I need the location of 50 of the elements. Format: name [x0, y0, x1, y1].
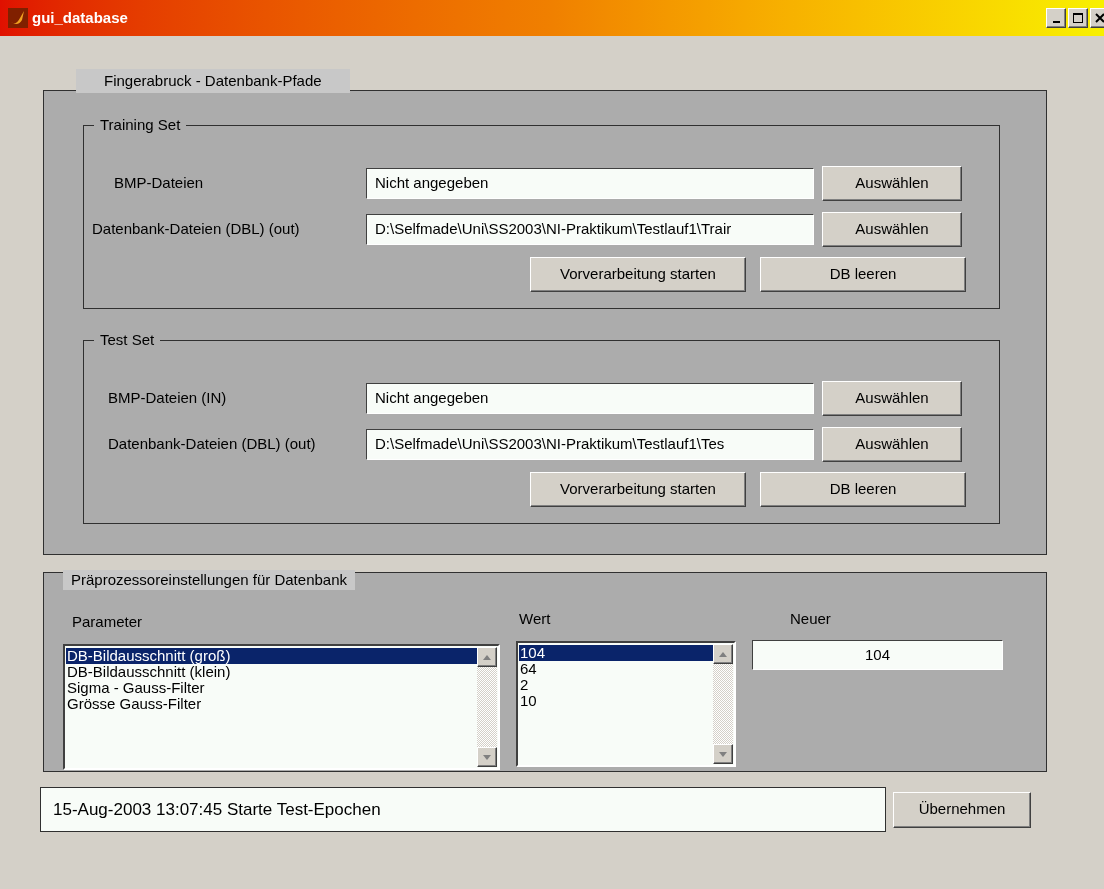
down-arrow-icon: [483, 754, 491, 760]
path-field[interactable]: D:\Selfmade\Uni\SS2003\NI-Praktikum\Testlauf1\Tes: [366, 428, 814, 460]
status-field: 15-Aug-2003 13:07:45 Starte Test-Epochen: [40, 787, 886, 832]
preprocess-button[interactable]: Vorverarbeitung starten: [530, 257, 746, 292]
select-button[interactable]: Auswählen: [822, 165, 962, 201]
scroll-down-button[interactable]: [477, 747, 497, 767]
close-button[interactable]: [1090, 8, 1104, 28]
list-item[interactable]: 10: [519, 693, 713, 709]
up-arrow-icon: [483, 654, 491, 660]
clear-db-button[interactable]: DB leeren: [760, 257, 966, 292]
scrollbar[interactable]: [713, 644, 733, 764]
minimize-icon: [1052, 21, 1060, 23]
list-item[interactable]: 2: [519, 677, 713, 693]
list-item[interactable]: DB-Bildausschnitt (klein): [66, 664, 477, 680]
select-button[interactable]: Auswählen: [822, 211, 962, 247]
close-icon: [1094, 12, 1104, 24]
panel-title: Fingerabruck - Datenbank-Pfade: [76, 69, 350, 93]
scroll-up-button[interactable]: [713, 644, 733, 664]
list-item[interactable]: 64: [519, 661, 713, 677]
list-item[interactable]: 104: [519, 645, 713, 661]
path-field[interactable]: Nicht angegeben: [366, 382, 814, 414]
select-button[interactable]: Auswählen: [822, 380, 962, 416]
column-label: Parameter: [71, 612, 144, 632]
maximize-button[interactable]: [1068, 8, 1088, 28]
field-label: Datenbank-Dateien (DBL) (out): [91, 218, 301, 239]
column-label: Neuer: [789, 609, 832, 629]
clear-db-button[interactable]: DB leeren: [760, 472, 966, 507]
preprocess-button[interactable]: Vorverarbeitung starten: [530, 472, 746, 507]
field-label: BMP-Dateien (IN): [107, 387, 228, 408]
panel-title: Präprozessoreinstellungen für Datenbank: [63, 570, 355, 590]
up-arrow-icon: [719, 651, 727, 657]
new-value-field[interactable]: 104: [752, 640, 1003, 670]
path-field[interactable]: D:\Selfmade\Uni\SS2003\NI-Praktikum\Testlauf1\Trair: [366, 213, 814, 245]
field-label: Datenbank-Dateien (DBL) (out): [107, 433, 317, 454]
scrollbar[interactable]: [477, 647, 497, 767]
minimize-button[interactable]: [1046, 8, 1066, 28]
select-button[interactable]: Auswählen: [822, 426, 962, 462]
down-arrow-icon: [719, 751, 727, 757]
scroll-up-button[interactable]: [477, 647, 497, 667]
field-label: BMP-Dateien: [113, 172, 205, 193]
list-item[interactable]: DB-Bildausschnitt (groß): [66, 648, 477, 664]
apply-button[interactable]: Übernehmen: [893, 791, 1031, 828]
window-title: gui_database: [32, 7, 128, 28]
path-field[interactable]: Nicht angegeben: [366, 167, 814, 199]
column-label: Wert: [518, 609, 552, 629]
maximize-icon: [1072, 12, 1084, 24]
app-icon: [8, 8, 28, 28]
scroll-down-button[interactable]: [713, 744, 733, 764]
list-item[interactable]: Grösse Gauss-Filter: [66, 696, 477, 712]
list-item[interactable]: Sigma - Gauss-Filter: [66, 680, 477, 696]
